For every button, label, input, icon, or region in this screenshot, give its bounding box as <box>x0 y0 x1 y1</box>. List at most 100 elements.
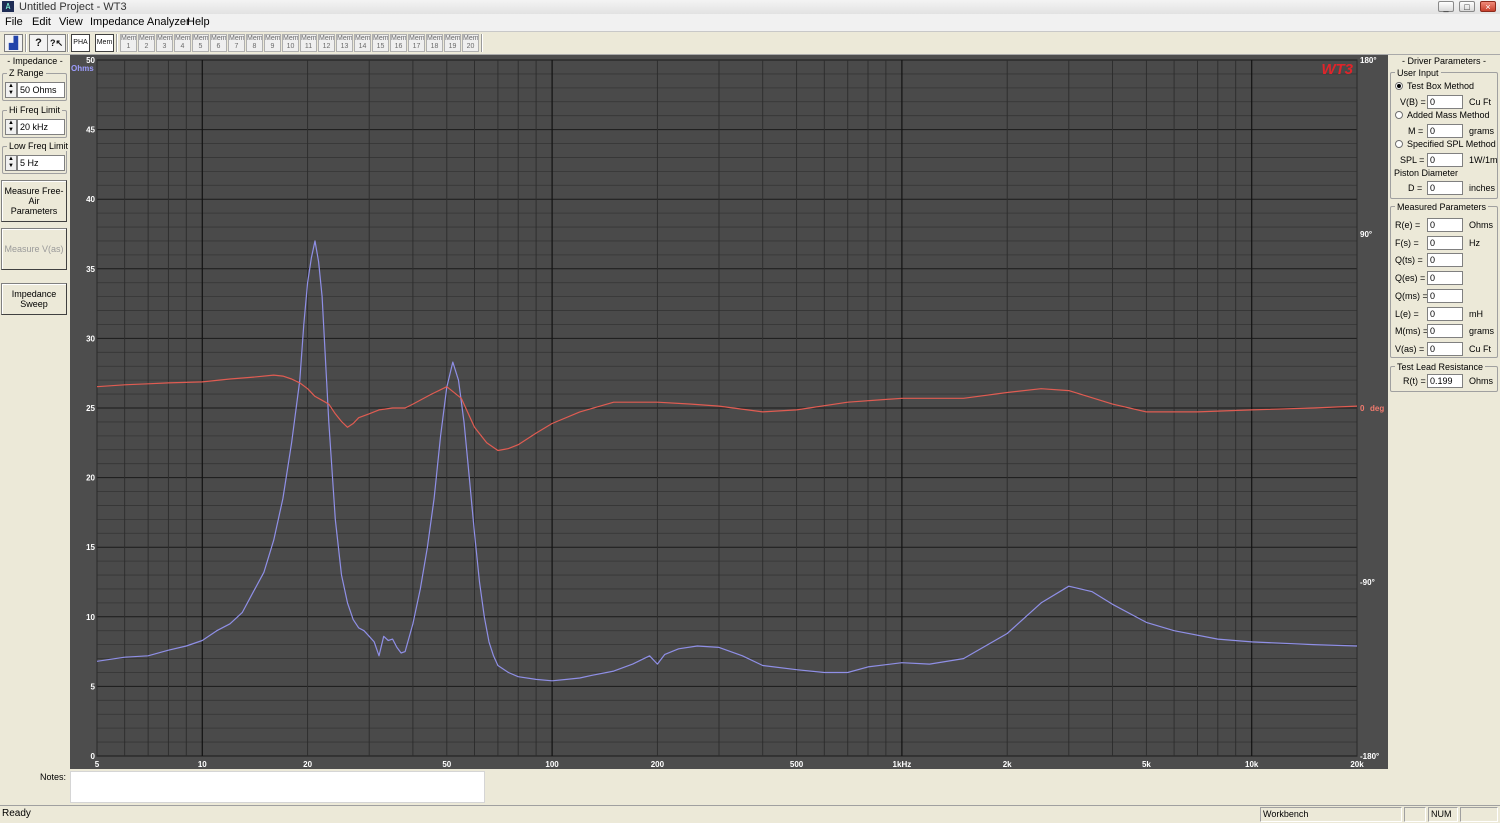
rt-field[interactable]: 0.199 <box>1427 374 1463 388</box>
minimize-button[interactable]: _ <box>1438 1 1454 12</box>
measured-param-field[interactable]: 0 <box>1427 235 1463 250</box>
title-bar: A Untitled Project - WT3 _ □ × <box>0 0 1500 15</box>
test-box-label: Test Box Method <box>1407 81 1475 91</box>
memory-slot-prefix: Mem <box>301 35 317 42</box>
low-freq-group: Low Freq Limit ▲ ▼ 5 Hz <box>2 141 71 174</box>
low-freq-spinner[interactable]: ▲ ▼ <box>5 155 17 171</box>
memory-slot-10-button[interactable]: Mem 10 <box>282 34 299 52</box>
measured-param-field[interactable]: 0 <box>1427 218 1463 232</box>
z-range-field[interactable]: 50 Ohms <box>17 82 65 98</box>
context-help-icon[interactable]: ?↖ <box>47 34 66 52</box>
mass-field[interactable]: 0 <box>1427 124 1463 138</box>
measured-param-field[interactable]: 0 <box>1427 324 1463 339</box>
measured-param-field[interactable]: 0 <box>1427 253 1463 268</box>
spl-label: SPL = <box>1400 155 1425 165</box>
y-tick-label: 40 <box>86 195 95 204</box>
memory-slot-number: 10 <box>286 43 295 50</box>
memory-slot-13-button[interactable]: Mem 13 <box>336 34 353 52</box>
memory-slot-1-button[interactable]: Mem 1 <box>120 34 137 52</box>
measured-param-unit: mH <box>1469 308 1483 319</box>
hi-freq-field[interactable]: 20 kHz <box>17 119 65 135</box>
memory-slot-number: 17 <box>412 43 421 50</box>
z-range-spinner[interactable]: ▲ ▼ <box>5 82 17 98</box>
status-blank <box>1404 807 1426 822</box>
menu-edit[interactable]: Edit <box>32 16 51 28</box>
memory-slot-19-button[interactable]: Mem 19 <box>444 34 461 52</box>
rt-label: R(t) = <box>1403 376 1426 386</box>
window-title: Untitled Project - WT3 <box>19 1 127 13</box>
measured-param-field[interactable]: 0 <box>1427 341 1463 356</box>
help-icon[interactable]: ? <box>29 34 48 52</box>
measure-vas-button[interactable]: Measure V(as) <box>1 228 67 270</box>
menu-file[interactable]: File <box>5 16 23 28</box>
num-indicator: NUM <box>1428 807 1458 822</box>
vb-field[interactable]: 0 <box>1427 95 1463 109</box>
close-button[interactable]: × <box>1480 1 1496 12</box>
memory-slot-number: 14 <box>358 43 367 50</box>
memory-slot-14-button[interactable]: Mem 14 <box>354 34 371 52</box>
memory-slot-18-button[interactable]: Mem 18 <box>426 34 443 52</box>
measured-param-unit: Hz <box>1469 237 1480 248</box>
driver-parameters-panel: - Driver Parameters - User Input Test Bo… <box>1388 55 1500 769</box>
memory-slot-prefix: Mem <box>283 35 299 42</box>
notes-field[interactable] <box>70 771 485 803</box>
memory-slot-5-button[interactable]: Mem 5 <box>192 34 209 52</box>
memory-slot-6-button[interactable]: Mem 6 <box>210 34 227 52</box>
menu-impedance-analyzer[interactable]: Impedance Analyzer <box>90 16 190 28</box>
memory-slot-4-button[interactable]: Mem 4 <box>174 34 191 52</box>
test-box-radio[interactable] <box>1395 82 1403 90</box>
low-freq-field[interactable]: 5 Hz <box>17 155 65 171</box>
memory-slot-prefix: Mem <box>193 35 209 42</box>
memory-slot-16-button[interactable]: Mem 16 <box>390 34 407 52</box>
memory-slot-15-button[interactable]: Mem 15 <box>372 34 389 52</box>
memory-slot-7-button[interactable]: Mem 7 <box>228 34 245 52</box>
memory-slot-2-button[interactable]: Mem 2 <box>138 34 155 52</box>
y2-tick-label: -180° <box>1360 752 1379 761</box>
memory-slot-9-button[interactable]: Mem 9 <box>264 34 281 52</box>
measured-param-field[interactable]: 0 <box>1427 271 1463 286</box>
memory-slot-prefix: Mem <box>337 35 353 42</box>
memory-slot-12-button[interactable]: Mem 12 <box>318 34 335 52</box>
memory-slot-prefix: Mem <box>409 35 425 42</box>
measured-param-field[interactable]: 0 <box>1427 288 1463 303</box>
menu-view[interactable]: View <box>59 16 83 28</box>
impedance-plot[interactable]: 5 10 20 50 100 200 500 1kHz 2k 5k 10k 20k 0 5 10 15 20 25… <box>70 55 1388 769</box>
workbench-indicator: Workbench <box>1260 807 1402 822</box>
spl-field[interactable]: 0 <box>1427 153 1463 167</box>
x-tick-label: 20 <box>303 760 312 769</box>
memory-slot-number: 2 <box>144 43 149 50</box>
memory-slot-3-button[interactable]: Mem 3 <box>156 34 173 52</box>
impedance-sweep-button[interactable]: Impedance Sweep <box>1 283 67 315</box>
memory-slot-17-button[interactable]: Mem 17 <box>408 34 425 52</box>
memory-slot-number: 8 <box>252 43 257 50</box>
memory-slot-8-button[interactable]: Mem 8 <box>246 34 263 52</box>
x-tick-label: 50 <box>442 760 451 769</box>
menu-help[interactable]: Help <box>187 16 210 28</box>
measured-param-label: Q(ts) = <box>1395 255 1423 266</box>
diameter-field[interactable]: 0 <box>1427 181 1463 195</box>
measured-param-label: Q(es) = <box>1395 273 1426 284</box>
memory-slot-prefix: Mem <box>391 35 407 42</box>
memory-slot-11-button[interactable]: Mem 11 <box>300 34 317 52</box>
maximize-button[interactable]: □ <box>1459 1 1475 12</box>
chart-icon[interactable]: ▟ <box>4 34 23 52</box>
mass-unit: grams <box>1469 126 1495 136</box>
wt3-app-icon[interactable]: A <box>2 1 14 12</box>
pha-button[interactable]: PHA <box>71 34 90 52</box>
specified-spl-label: Specified SPL Method <box>1407 139 1496 149</box>
specified-spl-radio[interactable] <box>1395 140 1403 148</box>
x-tick-label: 5 <box>95 760 100 769</box>
y2-tick-label: -90° <box>1360 578 1375 587</box>
mem-button[interactable]: Mem <box>95 34 114 52</box>
memory-slot-number: 11 <box>304 43 313 50</box>
added-mass-radio[interactable] <box>1395 111 1403 119</box>
measure-free-air-button[interactable]: Measure Free-Air Parameters <box>1 180 67 222</box>
hi-freq-spinner[interactable]: ▲ ▼ <box>5 119 17 135</box>
status-text: Ready <box>2 808 31 819</box>
memory-slot-20-button[interactable]: Mem 20 <box>462 34 479 52</box>
measured-param-label: F(s) = <box>1395 237 1419 248</box>
measured-param-field[interactable]: 0 <box>1427 306 1463 321</box>
impedance-chart[interactable]: 5 10 20 50 100 200 500 1kHz 2k 5k 10k 20k0510152025… <box>70 55 1388 769</box>
y2-tick-label: 90° <box>1360 230 1372 239</box>
test-lead-label: Test Lead Resistance <box>1395 362 1486 372</box>
